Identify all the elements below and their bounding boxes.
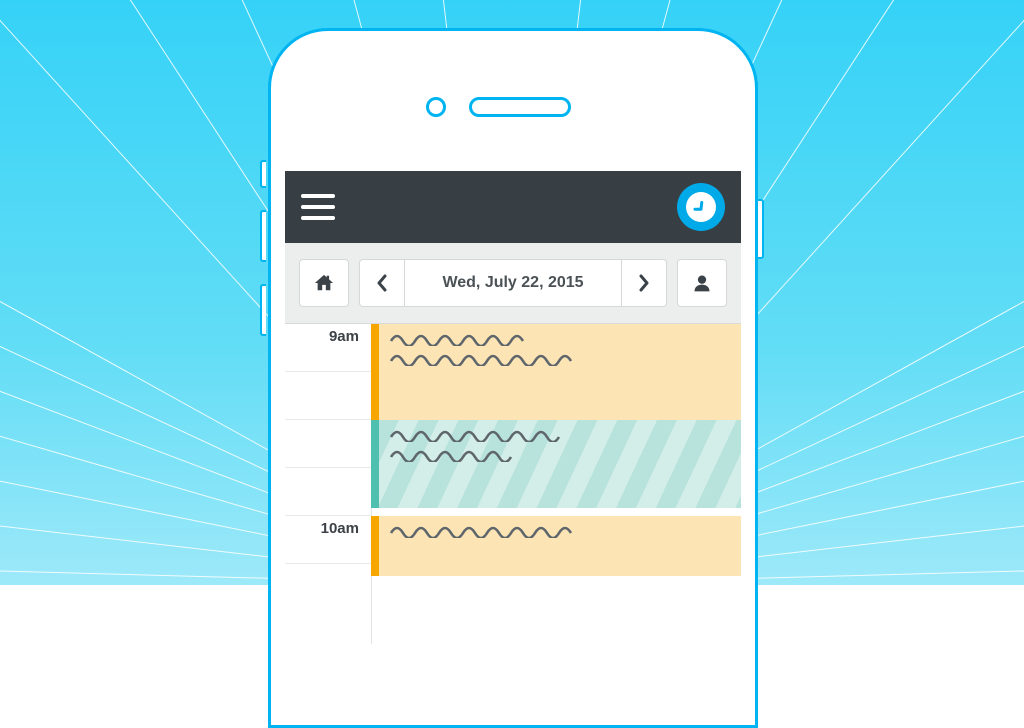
app-logo-button[interactable] bbox=[677, 183, 725, 231]
user-icon bbox=[692, 273, 712, 293]
hamburger-icon bbox=[301, 194, 335, 198]
phone-earpiece bbox=[469, 97, 571, 117]
time-label: 9am bbox=[285, 324, 371, 372]
prev-day-button[interactable] bbox=[359, 259, 405, 307]
app-screen: Wed, July 22, 2015 9am bbox=[285, 171, 741, 725]
menu-button[interactable] bbox=[301, 194, 335, 220]
time-gutter: 9am 10am bbox=[285, 324, 372, 644]
date-toolbar: Wed, July 22, 2015 bbox=[285, 243, 741, 324]
user-filter-button[interactable] bbox=[677, 259, 727, 307]
next-day-button[interactable] bbox=[621, 259, 667, 307]
event-text-placeholder bbox=[389, 448, 529, 462]
event-text-placeholder bbox=[389, 524, 584, 538]
chevron-left-icon bbox=[376, 274, 388, 292]
time-label bbox=[285, 468, 371, 516]
calendar-event[interactable] bbox=[371, 324, 741, 420]
home-icon bbox=[313, 273, 335, 293]
current-date-label: Wed, July 22, 2015 bbox=[405, 259, 621, 307]
calendar-event[interactable] bbox=[371, 420, 741, 508]
app-bar bbox=[285, 171, 741, 243]
phone-camera bbox=[426, 97, 446, 117]
calendar-event[interactable] bbox=[371, 516, 741, 576]
clock-icon bbox=[686, 192, 716, 222]
time-label bbox=[285, 420, 371, 468]
phone-frame: Wed, July 22, 2015 9am bbox=[268, 28, 758, 728]
events-layer bbox=[371, 324, 741, 644]
event-text-placeholder bbox=[389, 428, 579, 442]
phone-side-buttons-left bbox=[260, 160, 266, 400]
time-label bbox=[285, 372, 371, 420]
time-label: 10am bbox=[285, 516, 371, 564]
calendar-timeline[interactable]: 9am 10am bbox=[285, 324, 741, 644]
chevron-right-icon bbox=[638, 274, 650, 292]
date-nav-group: Wed, July 22, 2015 bbox=[359, 259, 667, 307]
home-button[interactable] bbox=[299, 259, 349, 307]
phone-side-button-right bbox=[758, 199, 764, 259]
event-text-placeholder bbox=[389, 352, 589, 366]
event-text-placeholder bbox=[389, 332, 539, 346]
